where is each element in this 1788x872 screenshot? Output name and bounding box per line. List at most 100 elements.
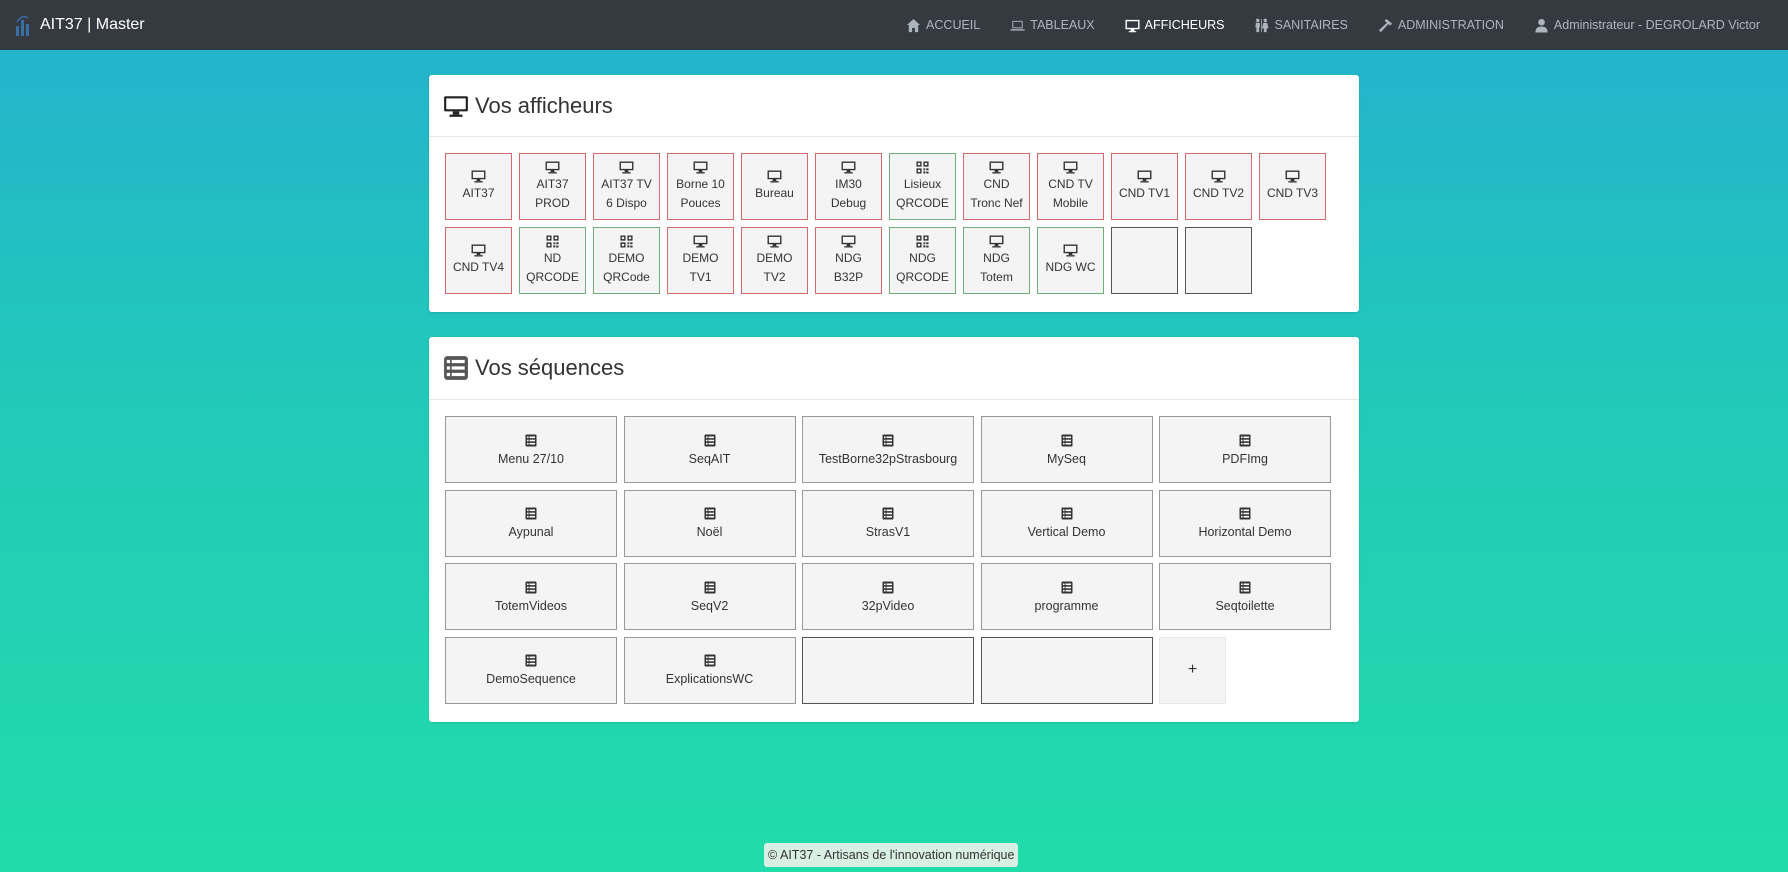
monitor-icon [444, 95, 468, 117]
sequence-label: Noël [696, 525, 723, 539]
afficheur-tile[interactable]: CND TV2 [1185, 153, 1252, 220]
sequence-label: SeqV2 [690, 598, 729, 613]
afficheur-tile[interactable]: AIT37 PROD [519, 153, 586, 220]
sequence-tile[interactable]: programme [980, 563, 1153, 630]
afficheur-tile[interactable]: DEMO TV2 [741, 227, 808, 294]
list-icon [882, 434, 894, 452]
nav-item-0[interactable]: ACCUEIL [906, 18, 980, 33]
sequence-empty-slot[interactable] [980, 636, 1153, 704]
list-icon [882, 507, 894, 525]
nav-item-2[interactable]: AFFICHEURS [1125, 18, 1225, 33]
sequence-tile[interactable]: TotemVideos [445, 563, 617, 630]
nav-item-4[interactable]: ADMINISTRATION [1378, 18, 1504, 33]
nav-item-label: SANITAIRES [1274, 18, 1348, 32]
afficheur-label: CND TV3 [1266, 186, 1319, 200]
nav-item-1[interactable]: TABLEAUX [1010, 18, 1095, 33]
afficheur-tile[interactable]: IM30 Debug [815, 153, 882, 220]
sequence-label: Menu 27/10 [497, 451, 565, 466]
monitor-icon [767, 234, 782, 249]
home-icon [906, 18, 926, 33]
afficheur-tile[interactable]: CND TV4 [445, 227, 512, 294]
brand[interactable]: AIT37 | Master [0, 12, 145, 38]
afficheur-label: IM30 Debug [830, 176, 867, 210]
afficheur-tile[interactable]: DEMO QRCode [593, 227, 660, 294]
afficheur-tile[interactable]: CND TV3 [1259, 153, 1326, 220]
footer: © AIT37 - Artisans de l'innovation numér… [764, 843, 1019, 867]
nav-item-label: ACCUEIL [926, 18, 981, 32]
afficheur-tile[interactable]: NDG QRCODE [889, 227, 956, 294]
afficheur-label: NDG WC [1045, 260, 1096, 274]
sequence-tile[interactable]: Noël [623, 489, 796, 557]
qrcode-icon [915, 160, 930, 175]
afficheur-empty-slot[interactable] [1111, 227, 1178, 294]
afficheur-tile[interactable]: NDG B32P [815, 227, 882, 294]
list-icon [1061, 434, 1073, 452]
afficheur-label: ND QRCODE [526, 250, 579, 284]
list-icon [704, 434, 716, 452]
sequence-tile[interactable]: MySeq [980, 416, 1153, 483]
sequence-tile[interactable]: 32pVideo [802, 563, 974, 630]
sequence-tile[interactable]: PDFImg [1159, 416, 1331, 483]
afficheur-tile[interactable]: CND Tronc Nef [963, 153, 1030, 220]
afficheur-empty-slot[interactable] [1185, 227, 1252, 294]
sequence-label: Horizontal Demo [1198, 525, 1292, 539]
sequence-label: PDFImg [1222, 451, 1268, 466]
sequence-label: programme [1034, 598, 1099, 613]
list-icon [1061, 507, 1073, 525]
sequence-label: MySeq [1047, 451, 1086, 466]
list-icon [1061, 581, 1073, 599]
afficheur-tile[interactable]: ND QRCODE [519, 227, 586, 294]
sequence-tile[interactable]: TestBorne32pStrasbourg [802, 416, 974, 483]
afficheur-tile[interactable]: Lisieux QRCODE [889, 153, 956, 220]
afficheur-label: CND TV4 [452, 260, 505, 274]
afficheur-tile[interactable]: Borne 10 Pouces [667, 153, 734, 220]
afficheur-label: DEMO QRCode [603, 250, 650, 284]
sequences-grid: Menu 27/10 SeqAIT TestBorne32pStrasbourg My… [445, 416, 1345, 716]
list-icon [1239, 581, 1251, 599]
afficheur-tile[interactable]: DEMO TV1 [667, 227, 734, 294]
afficheur-tile[interactable]: NDG WC [1037, 227, 1104, 294]
afficheur-label: NDG QRCODE [896, 250, 949, 284]
afficheur-tile[interactable]: NDG Totem [963, 227, 1030, 294]
sequence-label: 32pVideo [861, 598, 915, 613]
afficheur-label: CND TV2 [1192, 186, 1245, 200]
monitor-icon [841, 160, 856, 175]
sequence-label: TotemVideos [494, 598, 568, 613]
sequence-tile[interactable]: DemoSequence [445, 636, 617, 704]
sequence-tile[interactable]: StrasV1 [802, 489, 974, 557]
nav-item-label: TABLEAUX [1030, 18, 1095, 32]
nav-item-label: AFFICHEURS [1144, 18, 1225, 32]
afficheur-label: CND TV1 [1118, 186, 1171, 200]
sequence-empty-slot[interactable] [802, 636, 974, 704]
sequences-title: Vos séquences [475, 355, 625, 380]
sequence-tile[interactable]: SeqAIT [623, 416, 796, 483]
sequence-tile[interactable]: Vertical Demo [980, 489, 1153, 557]
afficheur-tile[interactable]: Bureau [741, 153, 808, 220]
add-sequence-button[interactable]: + [1159, 636, 1226, 704]
sequence-label: DemoSequence [486, 672, 576, 686]
afficheur-label: AIT37 TV 6 Dispo [601, 176, 652, 210]
list-icon [444, 356, 468, 380]
afficheur-tile[interactable]: CND TV Mobile [1037, 153, 1104, 220]
monitor-icon [693, 234, 708, 249]
sequence-tile[interactable]: SeqV2 [623, 563, 796, 630]
qrcode-icon [545, 234, 560, 249]
list-icon [525, 654, 537, 672]
sequence-tile[interactable]: Seqtoilette [1159, 563, 1331, 630]
nav-item-5[interactable]: Administrateur - DEGROLARD Victor [1534, 18, 1760, 33]
sequence-tile[interactable]: ExplicationsWC [623, 636, 796, 704]
sequence-tile[interactable]: Aypunal [445, 489, 617, 557]
afficheur-label: DEMO TV2 [756, 250, 793, 284]
afficheur-tile[interactable]: CND TV1 [1111, 153, 1178, 220]
afficheur-tile[interactable]: AIT37 TV 6 Dispo [593, 153, 660, 220]
logo-icon [16, 15, 29, 36]
afficheur-label: DEMO TV1 [682, 250, 719, 284]
sequence-tile[interactable]: Menu 27/10 [445, 416, 617, 483]
monitor-icon [841, 234, 856, 249]
qrcode-icon [619, 234, 634, 249]
list-icon [525, 581, 537, 599]
nav-item-3[interactable]: SANITAIRES [1254, 18, 1348, 33]
afficheur-tile[interactable]: AIT37 [445, 153, 512, 220]
sequence-tile[interactable]: Horizontal Demo [1159, 489, 1331, 557]
sequences-card: Vos séquences Menu 27/10 SeqAIT TestBorne3… [429, 337, 1359, 722]
